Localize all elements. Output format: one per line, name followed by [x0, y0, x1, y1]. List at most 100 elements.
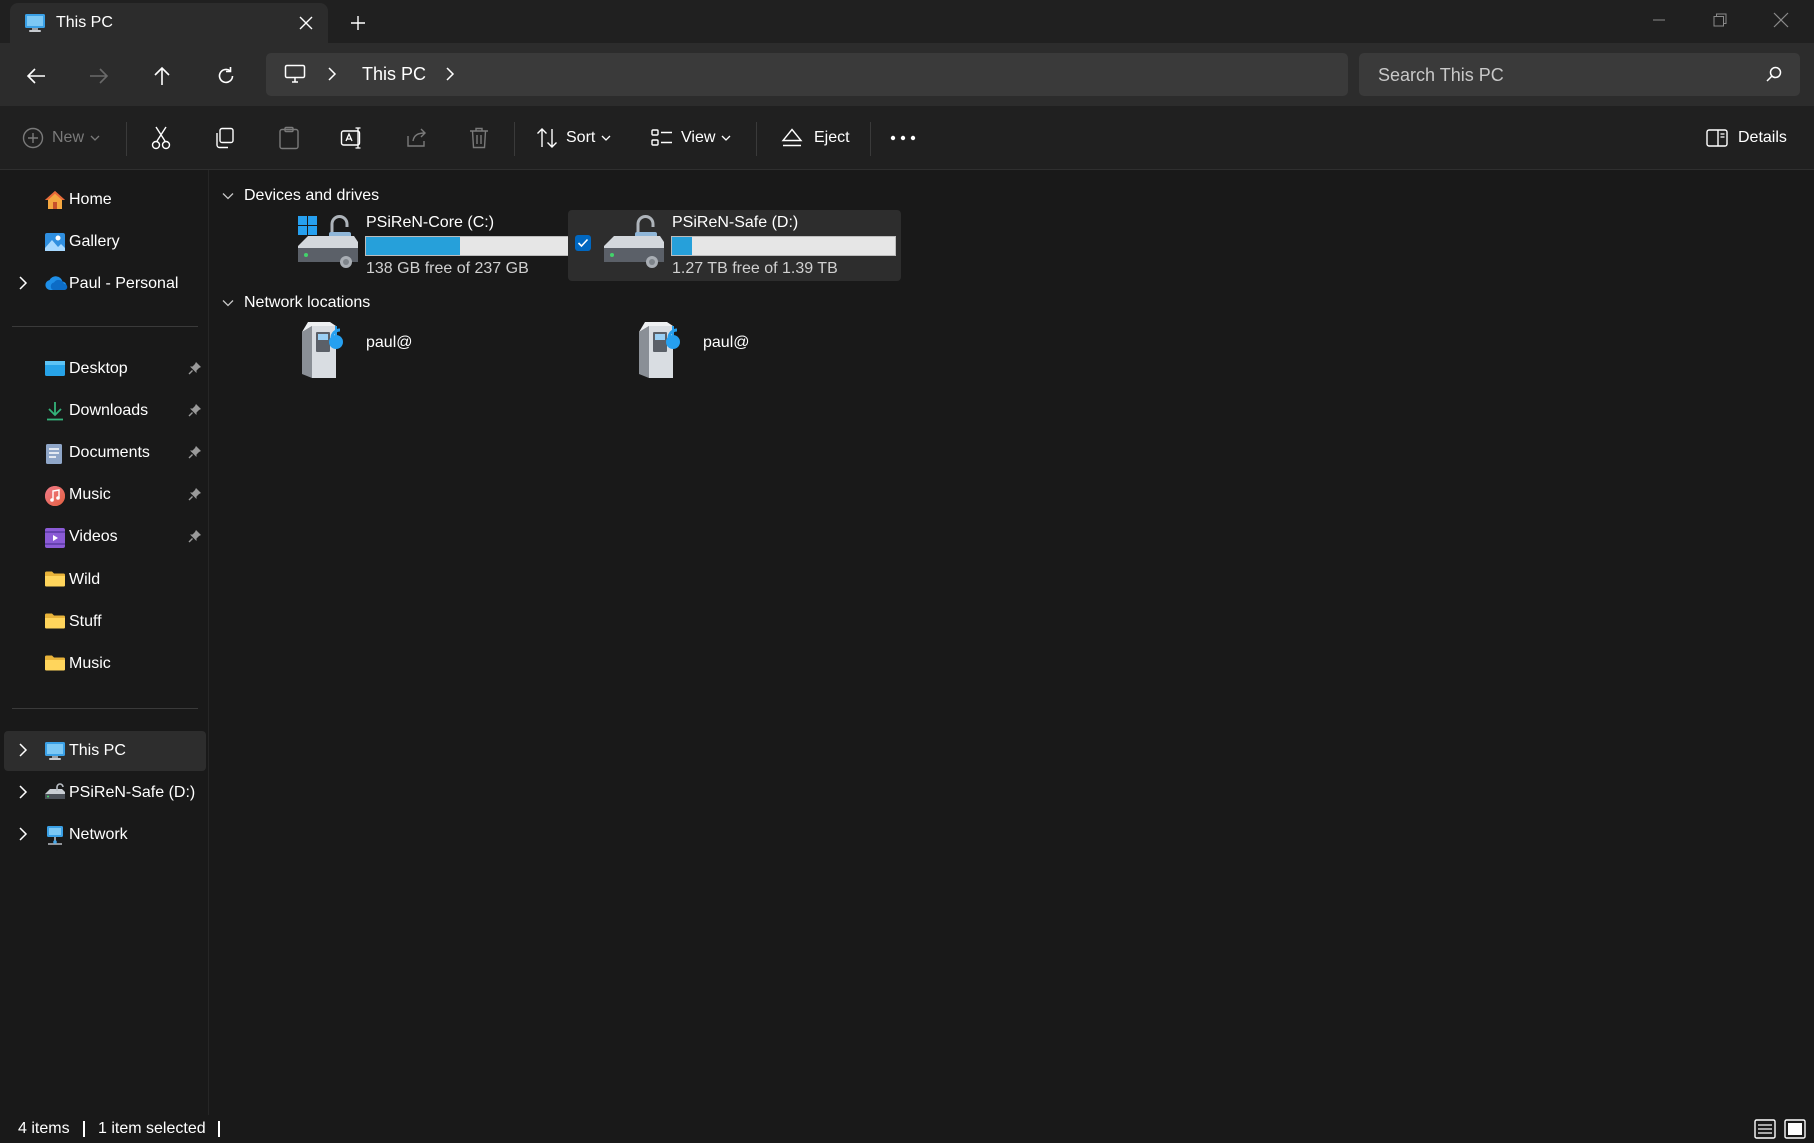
drive-name: PSiReN-Core (C:) [366, 214, 495, 231]
paste-button[interactable] [278, 122, 300, 154]
forward-arrow-icon[interactable] [83, 60, 115, 92]
eject-button[interactable]: Eject [781, 122, 850, 154]
command-bar: New Sort View Eject Details [0, 106, 1814, 170]
network-location-label: paul@ [703, 334, 750, 351]
sidebar-item-gallery[interactable]: Gallery [4, 222, 206, 262]
delete-button[interactable] [469, 122, 489, 154]
chevron-right-icon[interactable] [18, 743, 28, 762]
new-tab-icon[interactable] [346, 11, 370, 35]
scissors-icon [151, 126, 171, 150]
chevron-right-icon[interactable] [18, 276, 28, 295]
sidebar-item-documents[interactable]: Documents [4, 433, 206, 473]
onedrive-icon [44, 274, 68, 294]
details-view-icon[interactable] [1754, 1119, 1776, 1143]
chevron-down-icon [222, 193, 234, 200]
network-location-tile[interactable]: paul@ [599, 318, 932, 384]
drive-icon [602, 214, 666, 275]
sidebar-item-stuff[interactable]: Stuff [4, 602, 206, 642]
group-title: Network locations [244, 294, 371, 311]
sidebar-item-label: Gallery [69, 233, 120, 250]
sidebar-item-videos[interactable]: Videos [4, 517, 206, 557]
search-icon[interactable] [1766, 66, 1782, 87]
network-drive-icon [294, 318, 354, 387]
pin-icon[interactable] [188, 403, 202, 422]
rename-button[interactable] [340, 122, 364, 154]
more-options-button[interactable] [890, 122, 916, 154]
details-pane-icon [1706, 129, 1728, 147]
pin-icon[interactable] [188, 361, 202, 380]
sidebar-item-label: Home [69, 191, 112, 208]
group-header-devices[interactable]: Devices and drives [222, 184, 379, 208]
close-tab-icon[interactable] [296, 13, 316, 33]
group-header-network[interactable]: Network locations [222, 291, 370, 315]
back-arrow-icon[interactable] [20, 60, 52, 92]
home-icon [44, 190, 65, 210]
pin-icon[interactable] [188, 445, 202, 464]
chevron-right-icon[interactable] [18, 785, 28, 804]
close-window-icon[interactable] [1758, 4, 1804, 36]
minimize-icon[interactable] [1636, 4, 1682, 36]
share-button[interactable] [405, 122, 429, 154]
sidebar-item-this-pc[interactable]: This PC [4, 731, 206, 771]
desktop-folder-icon [44, 359, 65, 379]
add-circle-icon [22, 127, 44, 149]
up-arrow-icon[interactable] [146, 60, 178, 92]
monitor-icon[interactable] [284, 64, 306, 89]
sort-button[interactable]: Sort [536, 122, 611, 154]
large-icons-view-icon[interactable] [1784, 1119, 1806, 1143]
sidebar-item-network[interactable]: Network [4, 815, 206, 855]
address-bar[interactable]: This PC [266, 53, 1348, 96]
pin-icon[interactable] [188, 529, 202, 548]
chevron-right-icon[interactable] [18, 827, 28, 846]
navigation-bar: This PC Search This PC [0, 43, 1814, 106]
breadcrumb-chevron-icon[interactable] [326, 67, 338, 86]
share-icon [407, 128, 426, 147]
sidebar-item-label: Music [69, 655, 111, 672]
eject-icon [781, 128, 803, 147]
refresh-icon[interactable] [210, 60, 242, 92]
breadcrumb-this-pc[interactable]: This PC [362, 64, 426, 85]
chevron-down-icon [222, 300, 234, 307]
tab-this-pc[interactable]: This PC [10, 3, 328, 43]
network-location-tile[interactable]: paul@ [262, 318, 595, 384]
network-drive-icon [631, 318, 691, 387]
drive-usage-fill [366, 237, 460, 255]
sidebar-item-wild[interactable]: Wild [4, 560, 206, 600]
details-pane-button[interactable]: Details [1706, 122, 1787, 154]
chevron-down-icon [721, 135, 731, 141]
content-pane: Devices and drives PSiReN-Core (C:) 138 … [210, 170, 1814, 1115]
sidebar-item-home[interactable]: Home [4, 180, 206, 220]
selection-checkbox[interactable] [575, 235, 591, 251]
status-divider [218, 1121, 220, 1137]
sort-icon [537, 128, 557, 148]
selection-count: 1 item selected [98, 1120, 206, 1137]
view-button[interactable]: View [651, 122, 731, 154]
copy-button[interactable] [214, 122, 236, 154]
this-pc-icon [24, 13, 46, 38]
sidebar-item-music-folder[interactable]: Music [4, 644, 206, 684]
sidebar-item-label: PSiReN-Safe (D:) [69, 784, 196, 801]
sidebar-item-desktop[interactable]: Desktop [4, 349, 206, 389]
sidebar-item-onedrive[interactable]: Paul - Personal [4, 264, 206, 304]
view-label: View [681, 129, 716, 146]
search-input[interactable]: Search This PC [1359, 53, 1800, 96]
clipboard-icon [279, 126, 299, 150]
pin-icon[interactable] [188, 487, 202, 506]
new-button[interactable]: New [22, 122, 100, 154]
item-count: 4 items [18, 1120, 70, 1137]
trash-icon [470, 127, 488, 149]
sort-label: Sort [566, 129, 596, 146]
sidebar-item-downloads[interactable]: Downloads [4, 391, 206, 431]
sidebar-item-label: Music [69, 486, 111, 503]
cut-button[interactable] [150, 122, 172, 154]
breadcrumb-chevron-icon[interactable] [444, 67, 456, 86]
sidebar-item-label: Paul - Personal [69, 275, 179, 292]
sidebar-item-label: This PC [69, 742, 126, 759]
drive-tile-c[interactable]: PSiReN-Core (C:) 138 GB free of 237 GB [262, 210, 595, 281]
sidebar-item-psiren-safe[interactable]: PSiReN-Safe (D:) [4, 773, 206, 813]
tab-strip: This PC [0, 0, 1814, 43]
restore-icon[interactable] [1697, 4, 1743, 36]
drive-tile-d[interactable]: PSiReN-Safe (D:) 1.27 TB free of 1.39 TB [568, 210, 901, 281]
sidebar-item-music[interactable]: Music [4, 475, 206, 515]
group-title: Devices and drives [244, 187, 380, 204]
